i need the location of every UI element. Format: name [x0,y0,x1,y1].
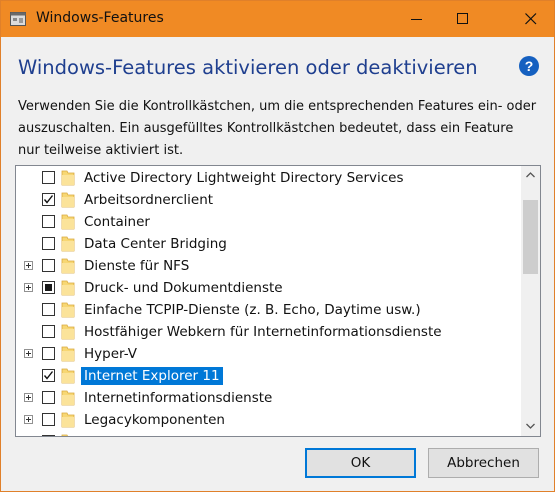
feature-row[interactable]: Data Center Bridging [16,233,521,255]
partial-fill-indicator [45,284,52,291]
question-mark-icon[interactable]: ? [519,56,539,76]
feature-label: Data Center Bridging [84,236,227,252]
feature-label: Hostfähiger Webkern für Internetinformat… [84,324,442,340]
windows-features-app-icon [10,11,26,27]
feature-row[interactable]: Dienste für NFS [16,255,521,277]
feature-label: Active Directory Lightweight Directory S… [84,170,404,186]
folder-icon [61,368,75,384]
feature-row[interactable]: Internet Explorer 11 [16,365,521,387]
folder-icon [61,170,75,186]
maximize-icon [457,13,468,24]
chevron-down-icon [526,423,535,429]
feature-row[interactable]: Druck- und Dokumentdienste [16,277,521,299]
feature-checkbox[interactable] [42,303,55,316]
expand-plus-icon[interactable] [24,393,33,402]
feature-checkbox[interactable] [42,237,55,250]
folder-icon [61,214,75,230]
dialog-heading: Windows-Features aktivieren oder deaktiv… [18,56,478,79]
feature-row[interactable]: Active Directory Lightweight Directory S… [16,167,521,189]
feature-label: Druck- und Dokumentdienste [84,280,283,296]
folder-icon [61,236,75,252]
folder-icon [61,346,75,362]
window-title: Windows-Features [36,10,164,26]
cancel-button[interactable]: Abbrechen [428,448,539,478]
feature-row[interactable] [16,431,521,436]
checkmark-icon [43,371,54,380]
instructions-text: Verwenden Sie die Kontrollkästchen, um d… [18,99,537,158]
folder-icon [61,302,75,318]
feature-label: Internet Explorer 11 [81,367,223,385]
ok-button[interactable]: OK [305,448,416,478]
minimize-icon [411,19,422,20]
feature-checkbox[interactable] [42,369,55,382]
svg-text:?: ? [525,58,534,74]
vertical-scrollbar[interactable] [521,166,540,436]
folder-icon [61,434,68,436]
feature-label: Arbeitsordnerclient [84,192,214,208]
folder-icon [61,324,75,340]
feature-checkbox[interactable] [42,171,55,184]
feature-label: Hyper-V [84,346,138,362]
windows-features-dialog: Windows-Features Windows-Features aktivi… [0,0,555,492]
title-bar[interactable]: Windows-Features [1,1,554,37]
scroll-thumb[interactable] [523,200,538,274]
folder-icon [61,412,75,428]
feature-row[interactable]: Container [16,211,521,233]
scroll-down-button[interactable] [521,417,540,436]
feature-checkbox[interactable] [42,193,55,206]
feature-row[interactable]: Einfache TCPIP-Dienste (z. B. Echo, Dayt… [16,299,521,321]
feature-label: Dienste für NFS [84,258,190,274]
close-button[interactable] [508,1,554,37]
folder-icon [61,280,75,296]
feature-label: Legacykomponenten [84,412,225,428]
folder-icon [61,390,75,406]
feature-checkbox[interactable] [42,347,55,360]
feature-checkbox[interactable] [42,259,55,272]
chevron-up-icon [526,172,535,178]
feature-label: Einfache TCPIP-Dienste (z. B. Echo, Dayt… [84,302,421,318]
feature-row[interactable]: Hyper-V [16,343,521,365]
expand-plus-icon[interactable] [24,415,33,424]
feature-row[interactable]: Legacykomponenten [16,409,521,431]
feature-checkbox[interactable] [42,325,55,338]
scroll-up-button[interactable] [521,166,540,185]
features-tree[interactable]: Active Directory Lightweight Directory S… [15,165,541,437]
feature-checkbox[interactable] [42,435,55,436]
feature-row[interactable]: Arbeitsordnerclient [16,189,521,211]
feature-row[interactable]: Hostfähiger Webkern für Internetinformat… [16,321,521,343]
expand-plus-icon[interactable] [24,349,33,358]
minimize-button[interactable] [394,1,440,37]
feature-label: Internetinformationsdienste [84,390,273,406]
feature-checkbox[interactable] [42,281,55,294]
feature-checkbox[interactable] [42,391,55,404]
feature-checkbox[interactable] [42,413,55,426]
close-icon [525,13,537,25]
folder-icon [61,258,75,274]
maximize-button[interactable] [440,1,486,37]
expand-plus-icon[interactable] [24,261,33,270]
feature-row[interactable]: Internetinformationsdienste [16,387,521,409]
checkmark-icon [43,195,54,204]
folder-icon [61,192,75,208]
expand-plus-icon[interactable] [24,283,33,292]
feature-checkbox[interactable] [42,215,55,228]
feature-label: Container [84,214,150,230]
